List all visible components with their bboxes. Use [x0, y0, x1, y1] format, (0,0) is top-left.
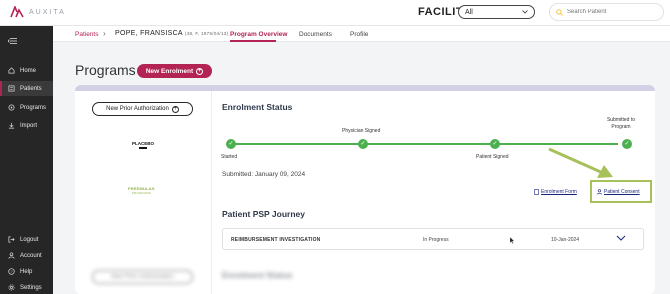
active-tab-indicator	[230, 40, 276, 42]
collapse-sidebar-icon[interactable]	[8, 38, 17, 44]
sidebar-item-label: Import	[20, 122, 38, 129]
logout-icon	[8, 236, 15, 243]
settings-icon	[8, 284, 15, 291]
sidebar-item-label: Programs	[20, 104, 47, 111]
user-icon	[597, 189, 602, 195]
patient-name: POPE, FRANSISCA (48, F, 1975/04/13)	[115, 30, 228, 37]
journey-status: In Progress	[423, 237, 449, 243]
patient-name-text: POPE, FRANSISCA	[115, 30, 183, 37]
top-header: AUXITA FACILITY All	[0, 0, 670, 26]
mouse-cursor-icon	[510, 237, 515, 244]
tab-program-overview[interactable]: Program Overview	[230, 31, 287, 38]
sidebar: Home Patients Programs Import Logout Acc…	[0, 26, 53, 294]
step-submitted-check-icon: ✓	[622, 139, 632, 149]
home-icon	[8, 67, 15, 74]
plus-circle-icon: +	[171, 105, 179, 113]
enrolment-progress-line	[230, 143, 618, 145]
breadcrumb-patients[interactable]: Patients	[75, 31, 99, 38]
plus-circle-icon: +	[196, 67, 204, 75]
page-title: Programs	[75, 62, 136, 78]
step-patient-check-icon: ✓	[490, 139, 500, 149]
blurred-enrolment-title: Enrolment Status	[222, 270, 293, 280]
svg-text:?: ?	[10, 269, 13, 274]
sidebar-item-label: Logout	[20, 236, 39, 243]
facility-select[interactable]: All	[458, 5, 535, 19]
step-label-patient-signed: Patient Signed	[476, 154, 509, 160]
sidebar-item-programs[interactable]: Programs	[0, 100, 53, 115]
logo-icon	[10, 6, 24, 18]
new-enrolment-button[interactable]: New Enrolment +	[137, 64, 212, 78]
placebo-logo-mark	[139, 147, 147, 149]
freemulas-logo-sub: PROGRAMS	[131, 191, 151, 195]
patient-meta: (48, F, 1975/04/13)	[184, 31, 229, 36]
sidebar-item-label: Account	[20, 252, 42, 259]
placebo-logo: PLACEBO	[132, 141, 154, 149]
step-physician-check-icon: ✓	[358, 139, 368, 149]
step-started-check-icon: ✓	[226, 139, 236, 149]
prior-auth-label: New Prior Authorization	[106, 106, 169, 112]
journey-name: REIMBURSEMENT INVESTIGATION	[231, 237, 321, 243]
sidebar-item-label: Settings	[20, 284, 42, 291]
new-enrolment-label: New Enrolment	[145, 67, 194, 75]
search-icon	[556, 8, 563, 16]
enrolment-form-label: Enrolment Form	[541, 189, 577, 195]
patient-search[interactable]	[549, 3, 664, 21]
sidebar-item-home[interactable]: Home	[0, 63, 53, 78]
step-label-started: Started	[221, 154, 238, 160]
account-icon	[8, 252, 15, 259]
tab-documents[interactable]: Documents	[299, 31, 332, 38]
journey-date: 10-Jan-2024	[551, 237, 580, 243]
enrolment-status-title: Enrolment Status	[222, 102, 293, 112]
document-icon	[534, 189, 539, 195]
search-input[interactable]	[567, 9, 657, 15]
sidebar-item-account[interactable]: Account	[0, 248, 53, 263]
import-icon	[8, 122, 15, 129]
chevron-down-icon[interactable]	[616, 235, 626, 241]
patient-consent-link[interactable]: Patient Consent	[597, 189, 640, 195]
sidebar-item-label: Home	[20, 67, 37, 74]
sidebar-item-label: Help	[20, 268, 33, 275]
help-icon: ?	[8, 268, 15, 275]
patient-subheader: Patients › POPE, FRANSISCA (48, F, 1975/0…	[53, 26, 670, 42]
facility-selected-value: All	[465, 8, 473, 16]
new-prior-authorization-button[interactable]: New Prior Authorization +	[92, 102, 193, 116]
sidebar-item-patients[interactable]: Patients	[0, 81, 53, 96]
blurred-prior-auth-button: New Prior Authorization	[92, 270, 193, 284]
app-logo[interactable]: AUXITA	[10, 6, 66, 18]
sidebar-item-import[interactable]: Import	[0, 118, 53, 133]
placebo-logo-text: PLACEBO	[132, 141, 155, 146]
patient-psp-journey-title: Patient PSP Journey	[222, 209, 305, 219]
journey-row[interactable]: REIMBURSEMENT INVESTIGATION In Progress …	[222, 228, 644, 250]
blurred-next-program-card: New Prior Authorization Enrolment Status	[75, 262, 655, 294]
sidebar-item-help[interactable]: ? Help	[0, 264, 53, 279]
tab-profile[interactable]: Profile	[350, 31, 368, 38]
sidebar-item-label: Patients	[20, 85, 42, 92]
patient-consent-label: Patient Consent	[604, 189, 640, 195]
enrolment-form-link[interactable]: Enrolment Form	[534, 189, 577, 195]
annotation-arrow	[548, 147, 613, 178]
patients-icon	[8, 85, 15, 92]
freemulas-logo: FREEMULAS PROGRAMS	[128, 186, 155, 195]
sidebar-item-logout[interactable]: Logout	[0, 232, 53, 247]
step-label-submitted: Submitted to Program	[606, 117, 636, 130]
sidebar-item-settings[interactable]: Settings	[0, 280, 53, 294]
submitted-date: Submitted: January 09, 2024	[222, 171, 306, 178]
logo-text: AUXITA	[29, 8, 66, 16]
chevron-down-icon	[522, 10, 528, 14]
programs-icon	[8, 104, 15, 111]
step-label-physician-signed: Physician Signed	[342, 128, 381, 134]
breadcrumb-separator-icon: ›	[103, 29, 106, 38]
